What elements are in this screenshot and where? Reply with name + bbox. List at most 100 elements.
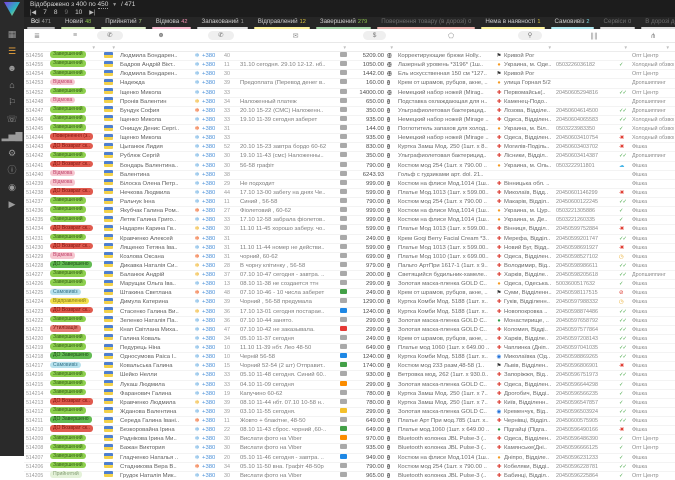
tracking-number[interactable]: 20450598874486 bbox=[556, 308, 619, 316]
filter-status[interactable]: ▼ bbox=[50, 43, 100, 51]
video[interactable]: ▶ bbox=[0, 196, 24, 213]
phone-prefix[interactable]: +380 bbox=[202, 235, 224, 243]
phone-prefix[interactable]: +380 bbox=[202, 89, 224, 97]
status-tab[interactable]: Відправлений12 bbox=[251, 17, 313, 27]
table-row[interactable]: 514214 Завершений⊙ Фаранович Галина ✻ +3… bbox=[24, 390, 675, 399]
tracking-number[interactable]: 20450596547857 bbox=[556, 399, 619, 407]
col-id-icon[interactable]: ≣ bbox=[24, 29, 50, 42]
status-tab[interactable]: Всі471 bbox=[24, 17, 58, 27]
col-tag-icon[interactable]: ⋔ bbox=[632, 29, 674, 42]
marketing[interactable]: ⚐ bbox=[0, 94, 24, 111]
phone-prefix[interactable]: +380 bbox=[202, 125, 224, 133]
tracking-number[interactable]: 20450596751973 bbox=[556, 371, 619, 379]
filter-tag[interactable]: ▼ bbox=[632, 43, 674, 51]
tracking-number[interactable]: 20450604614500 bbox=[556, 107, 619, 115]
clients[interactable]: ☻ bbox=[0, 60, 24, 77]
col-address-icon[interactable]: ⚲ bbox=[504, 29, 556, 42]
table-row[interactable]: 514228 ДО Завершено⊙ Дикавка Наталія Си.… bbox=[24, 262, 675, 271]
table-row[interactable]: 514217 Самовивіз⊙ Ковальська Галина ✻ +3… bbox=[24, 362, 675, 371]
records-range[interactable]: Відображено з 400 по 450 ▼ / 471 bbox=[30, 1, 135, 9]
tracking-number[interactable]: 20450605294816 bbox=[556, 89, 619, 97]
phone-prefix[interactable]: +380 bbox=[202, 134, 224, 142]
tracking-number[interactable]: 20450597208143 bbox=[556, 335, 619, 343]
phone-prefix[interactable]: +380 bbox=[202, 463, 224, 471]
tracking-number[interactable]: 20450598117515 bbox=[556, 289, 619, 297]
phone-prefix[interactable]: +380 bbox=[202, 143, 224, 151]
tracking-number[interactable]: 20450603414387 bbox=[556, 152, 619, 160]
tracking-number[interactable]: 20450596490166 bbox=[556, 426, 619, 434]
phone-prefix[interactable]: +380 bbox=[202, 444, 224, 452]
table-row[interactable]: 514207 Завершений⊙ Гладченко Наталья .. … bbox=[24, 454, 675, 463]
phone-prefix[interactable]: +380 bbox=[202, 472, 224, 480]
table-row[interactable]: 514245 Завершений⊙ Онищук Денис Сергі.. … bbox=[24, 125, 675, 134]
table-row[interactable]: 514256 Завершений⊙ Людмила Бондарен.. ✻ … bbox=[24, 52, 675, 61]
table-row[interactable]: 514210 ДО Возврат ск..⊙ Безкоровайна Іри… bbox=[24, 426, 675, 435]
phone-prefix[interactable]: +380 bbox=[202, 253, 224, 261]
phone-prefix[interactable]: +380 bbox=[202, 280, 224, 288]
table-row[interactable]: 514229 Відмова⊙ Козлова Оксана ✻ +380 31… bbox=[24, 253, 675, 262]
tracking-number[interactable]: 20450596503924 bbox=[556, 408, 619, 416]
table-row[interactable]: 514222 Завершений⊙ Зеленко Наталія Па.. … bbox=[24, 317, 675, 326]
phone-prefix[interactable]: +380 bbox=[202, 426, 224, 434]
tracking-number[interactable]: 20450600575905 bbox=[556, 417, 619, 425]
table-row[interactable]: 514244 Повернення (з..⊙ Іщенко Микола ✻ … bbox=[24, 134, 675, 143]
col-client-icon[interactable]: ☻ bbox=[120, 29, 202, 42]
col-channel-icon[interactable]: ✆ bbox=[100, 29, 120, 42]
tracking-number[interactable]: 20450596486390 bbox=[556, 435, 619, 443]
tracking-number[interactable]: 20450603410754 bbox=[556, 134, 619, 142]
table-row[interactable]: 514211 ДО Завершено⊙ Середа Галина Івані… bbox=[24, 417, 675, 426]
table-row[interactable]: 514234 ДО Возврат ск..⊙ Надарян Карина Г… bbox=[24, 225, 675, 234]
status-tab[interactable]: Прийнятий7 bbox=[98, 17, 148, 27]
col-product-icon[interactable]: ⬠ bbox=[398, 29, 504, 42]
phone-prefix[interactable]: +380 bbox=[202, 61, 224, 69]
phone-prefix[interactable]: +380 bbox=[202, 180, 224, 188]
table-row[interactable]: 514239 Відмова⊙ Білоска Олена Петр.. ✻ +… bbox=[24, 180, 675, 189]
phone-prefix[interactable]: +380 bbox=[202, 298, 224, 306]
phone-prefix[interactable]: +380 bbox=[202, 371, 224, 379]
orders-list[interactable]: ☰ bbox=[0, 43, 24, 60]
table-row[interactable]: 514242 Завершений⊙ Рублюк Сергій ✻ +380 … bbox=[24, 152, 675, 161]
tracking-number[interactable]: 20450596806901 bbox=[556, 362, 619, 370]
phone-prefix[interactable]: +380 bbox=[202, 454, 224, 462]
phone-prefix[interactable]: +380 bbox=[202, 408, 224, 416]
tracking-number[interactable]: 5003600517632 bbox=[556, 280, 619, 288]
tracking-number[interactable]: 20450599752884 bbox=[556, 225, 619, 233]
table-row[interactable]: 514216 Завершений⊙ Шейко Нелли ✻ +380 33… bbox=[24, 371, 675, 380]
phone-prefix[interactable]: +380 bbox=[202, 353, 224, 361]
table-row[interactable]: 514213 ДО Возврат ск..⊙ Кравченко Людмил… bbox=[24, 399, 675, 408]
phone-prefix[interactable]: +380 bbox=[202, 116, 224, 124]
table-row[interactable]: 514205 Прийнятий⊙ Грудок Наталія Мик.. ✻… bbox=[24, 472, 675, 480]
first-page-icon[interactable]: |◀ bbox=[30, 9, 36, 17]
table-row[interactable]: 514225 Самовивіз⊙ Штакина Светлана ✻ +38… bbox=[24, 289, 675, 298]
table-row[interactable]: 514235 Завершений⊙ Летяк Галина Григо.. … bbox=[24, 216, 675, 225]
filter-payment[interactable]: ▼ bbox=[351, 43, 398, 51]
range-value[interactable]: 450 bbox=[98, 1, 109, 9]
phone-prefix[interactable]: +380 bbox=[202, 52, 224, 60]
table-row[interactable]: 514246 Завершений⊙ Іщенко Микола ✻ +380 … bbox=[24, 116, 675, 125]
tracking-number[interactable]: 0503226036182 bbox=[556, 61, 619, 69]
phone-prefix[interactable]: +380 bbox=[202, 381, 224, 389]
page-number[interactable]: 10 bbox=[75, 9, 82, 17]
table-row[interactable]: 514247 Завершений⊙ Бундук София ✻ +380 3… bbox=[24, 107, 675, 116]
info[interactable]: ⓘ bbox=[0, 162, 24, 179]
filter-product[interactable] bbox=[398, 43, 504, 51]
phone-prefix[interactable]: +380 bbox=[202, 162, 224, 170]
table-row[interactable]: 514221 Утилізація⊙ Кнап Світлана Миха.. … bbox=[24, 326, 675, 335]
status-tab[interactable]: Самовивіз2 bbox=[548, 17, 597, 27]
status-tab[interactable]: Нема в наявності1 bbox=[478, 17, 547, 27]
table-row[interactable]: 514230 ДО Возврат ск..⊙ Лященко Тетяна І… bbox=[24, 244, 675, 253]
status-tab[interactable]: Запакований1 bbox=[194, 17, 250, 27]
table-row[interactable]: 514236 Завершений⊙ Якубчак Галина Ром.. … bbox=[24, 207, 675, 216]
status-tab[interactable]: Новий48 bbox=[58, 17, 98, 27]
table-row[interactable]: 514219 Завершений⊙ Педурець Ніна ✻ +380 … bbox=[24, 344, 675, 353]
page-number[interactable]: 7 bbox=[43, 9, 47, 17]
tracking-number[interactable]: 20450597041035 bbox=[556, 344, 619, 352]
phone-prefix[interactable]: +380 bbox=[202, 79, 224, 87]
col-status-icon[interactable]: ≡ bbox=[50, 29, 100, 42]
table-row[interactable]: 514254 Завершений⊙ Людмила Бондарен.. ✻ … bbox=[24, 70, 675, 79]
tracking-number[interactable]: 20450598691927 bbox=[556, 244, 619, 252]
table-row[interactable]: 514238 ДО Возврат ск..⊙ Нечкова Людмила … bbox=[24, 189, 675, 198]
calls[interactable]: ☏ bbox=[0, 111, 24, 128]
tracking-number[interactable]: 20450596566235 bbox=[556, 390, 619, 398]
phone-prefix[interactable]: +380 bbox=[202, 107, 224, 115]
